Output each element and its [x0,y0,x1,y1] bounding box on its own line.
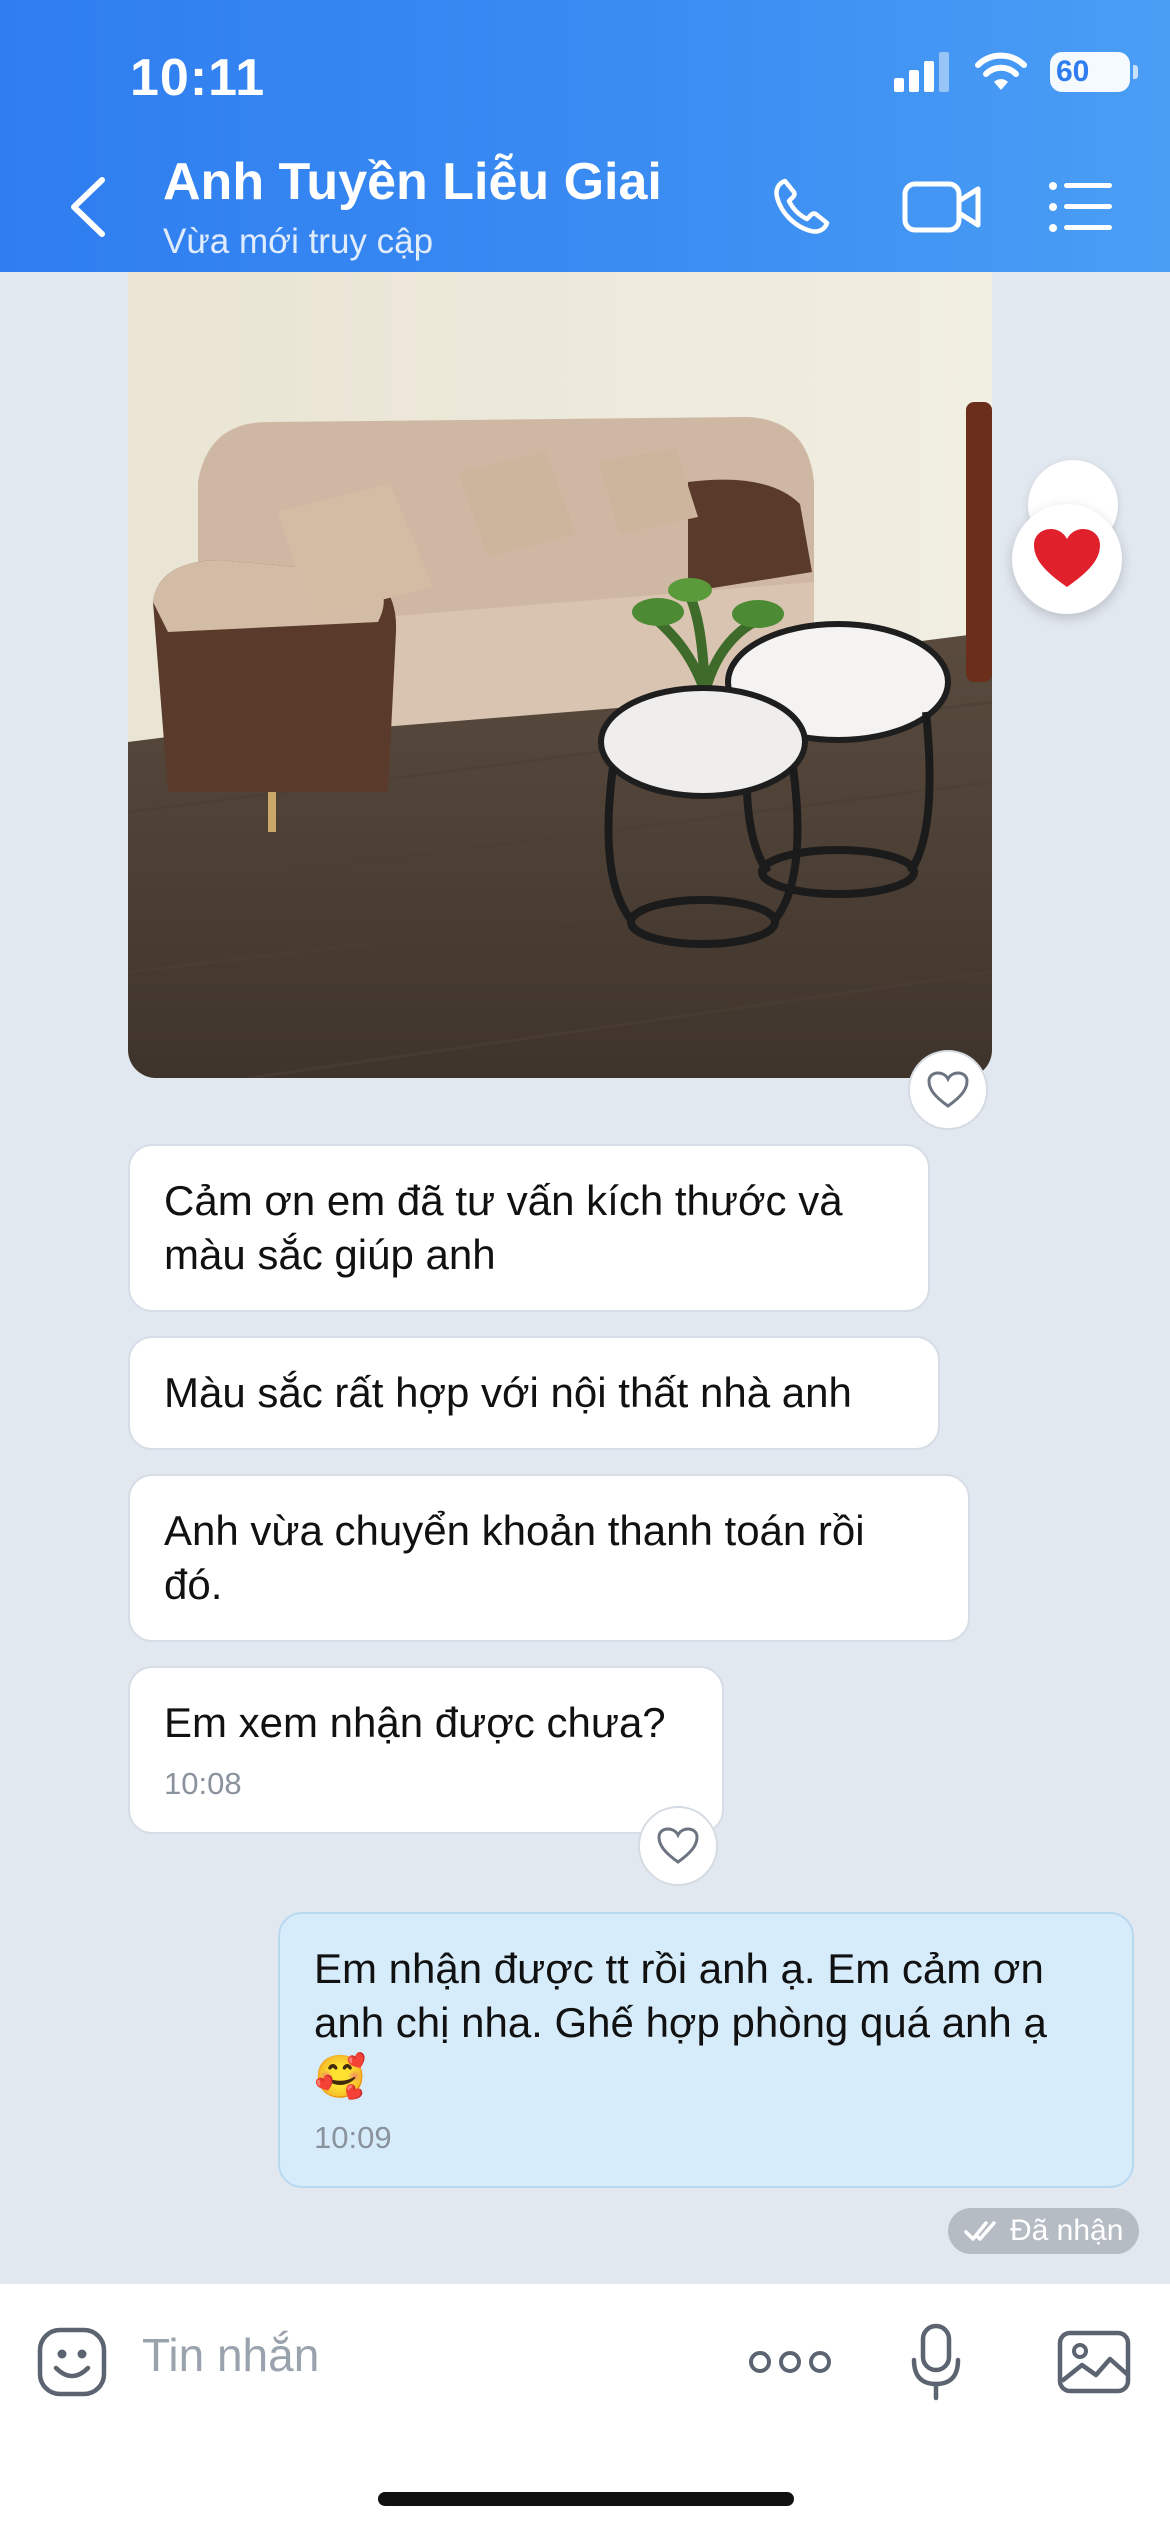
contact-name[interactable]: Anh Tuyền Liễu Giai [163,152,662,212]
sticker-button[interactable] [34,2322,110,2402]
phone-icon [774,178,830,234]
heart-reaction-badge[interactable] [1012,504,1122,614]
battery-level: 60 [1056,55,1090,88]
red-heart-icon [1034,529,1100,587]
message-text: Cảm ơn em đã tư vấn kích thước và màu sắ… [164,1177,843,1278]
contact-status: Vừa mới truy cập [163,222,434,261]
message-input-bar: Tin nhắn [0,2284,1170,2532]
image-gallery-icon [1057,2330,1131,2394]
heart-outline-icon [927,1071,969,1108]
smiling-face-emoji: 🥰 [314,2053,367,2100]
sofa-photo [128,272,992,1078]
like-button[interactable] [638,1806,718,1886]
video-call-button[interactable] [900,172,984,242]
message-text: Anh vừa chuyển khoản thanh toán rồi đó. [164,1507,865,1608]
message-time: 10:09 [314,2120,392,2155]
message-time: 10:08 [164,1766,242,1801]
menu-button[interactable] [1046,172,1116,242]
incoming-message-bubble[interactable]: Anh vừa chuyển khoản thanh toán rồi đó. [128,1474,970,1642]
more-options-button[interactable] [748,2322,832,2402]
received-status-label: Đã nhận [1010,2214,1124,2247]
more-dots-icon [749,2351,831,2373]
sofa-photo-message[interactable] [128,272,992,1078]
message-text: Em nhận được tt rồi anh ạ. Em cảm ơn anh… [314,1945,1047,2046]
home-indicator[interactable] [378,2492,794,2506]
list-menu-icon [1049,182,1112,232]
like-button[interactable] [908,1050,988,1130]
message-text: Màu sắc rất hợp với nội thất nhà anh [164,1369,852,1416]
incoming-message-bubble[interactable]: Màu sắc rất hợp với nội thất nhà anh [128,1336,940,1450]
double-check-icon [964,2221,996,2241]
heart-outline-icon [657,1827,699,1864]
gallery-button[interactable] [1056,2322,1132,2402]
status-icons: 60 [894,52,1138,92]
smiley-sticker-icon [37,2327,107,2397]
outgoing-message-bubble[interactable]: Em nhận được tt rồi anh ạ. Em cảm ơn anh… [278,1912,1134,2188]
microphone-icon [911,2323,961,2401]
status-time: 10:11 [130,49,266,107]
chevron-left-icon [71,177,105,237]
incoming-message-bubble[interactable]: Cảm ơn em đã tư vấn kích thước và màu sắ… [128,1144,930,1312]
message-input[interactable]: Tin nhắn [142,2328,319,2382]
battery-indicator: 60 [1050,52,1138,92]
incoming-message-bubble[interactable]: Em xem nhận được chưa? 10:08 [128,1666,724,1834]
call-button[interactable] [766,172,836,242]
chat-header: 10:11 60 Anh Tuyền Liễu Giai Vừa mới tru… [0,0,1170,272]
video-camera-icon [902,181,981,233]
voice-message-button[interactable] [906,2322,966,2402]
back-button[interactable] [58,172,118,242]
wifi-icon [975,52,1027,90]
received-status-badge: Đã nhận [948,2208,1140,2254]
signal-icon [894,52,949,92]
message-text: Em xem nhận được chưa? [164,1699,666,1746]
